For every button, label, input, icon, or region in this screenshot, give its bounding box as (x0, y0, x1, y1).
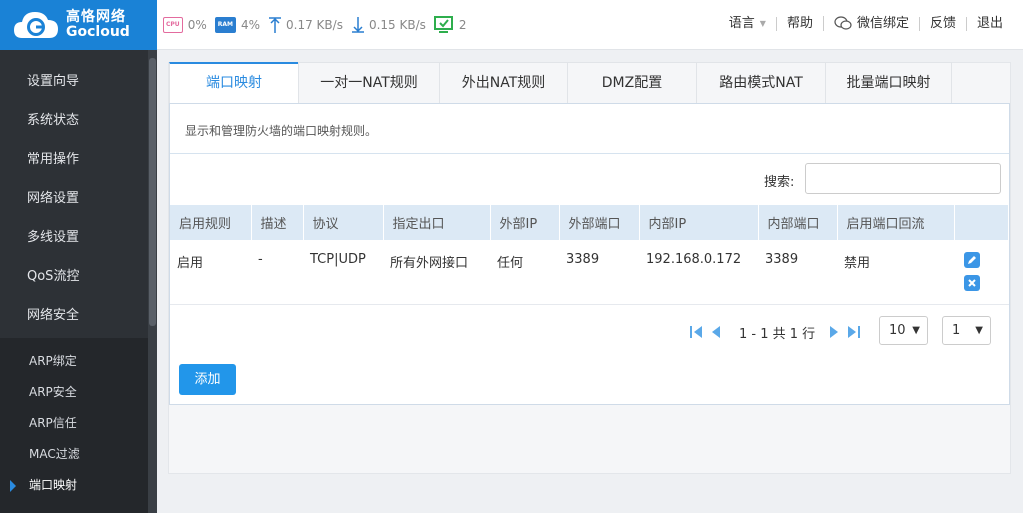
submenu-item-mac-filter[interactable]: MAC过滤 (0, 439, 148, 470)
col-external-port[interactable]: 外部端口 (559, 205, 640, 240)
panel-description: 显示和管理防火墙的端口映射规则。 (185, 124, 378, 138)
edit-icon[interactable] (964, 252, 980, 268)
top-links: 语言 ▼ 帮助 微信绑定 反馈 退出 (719, 16, 1013, 31)
sidebar-item-qos[interactable]: QoS流控 (0, 257, 148, 296)
sidebar-item-common-ops[interactable]: 常用操作 (0, 140, 148, 179)
port-mapping-panel: 显示和管理防火墙的端口映射规则。 搜索: 启用规则 描述 协议 指定出口 外部I… (169, 103, 1010, 405)
tab-one-to-one-nat[interactable]: 一对一NAT规则 (298, 62, 440, 103)
col-egress[interactable]: 指定出口 (383, 205, 491, 240)
sidebar: 高恪网络 Gocloud 设置向导 系统状态 常用操作 网络设置 多线设置 Qo… (0, 0, 157, 513)
ram-value: 4% (240, 18, 261, 32)
page-number-select[interactable]: 1 ▼ (942, 316, 991, 345)
ram-icon: RAM (214, 17, 236, 33)
pagination: 1 - 1 共 1 行 10 ▼ 1 ▼ (170, 313, 1009, 349)
logo: 高恪网络 Gocloud (0, 0, 157, 50)
prev-page-icon[interactable] (709, 324, 721, 340)
first-page-icon[interactable] (689, 324, 703, 340)
upload-arrow-icon (268, 16, 282, 34)
tab-batch-port-mapping[interactable]: 批量端口映射 (825, 62, 952, 103)
cell-egress: 所有外网接口 (383, 240, 490, 305)
last-page-icon[interactable] (847, 324, 861, 340)
table-row: 启用 - TCP|UDP 所有外网接口 任何 3389 192.168.0.17… (170, 240, 1009, 305)
sidebar-scroll-thumb[interactable] (149, 58, 156, 326)
cell-loopback: 禁用 (837, 240, 954, 305)
next-page-icon[interactable] (829, 324, 841, 340)
tab-outbound-nat[interactable]: 外出NAT规则 (439, 62, 568, 103)
col-actions (954, 205, 1009, 240)
cell-external-port: 3389 (559, 240, 639, 305)
download-arrow-icon (351, 16, 365, 34)
wechat-icon (834, 16, 852, 31)
device-count: 2 (458, 18, 467, 32)
chevron-down-icon: ▼ (759, 18, 766, 28)
download-speed: 0.15 KB/s (368, 18, 426, 32)
col-internal-ip[interactable]: 内部IP (639, 205, 759, 240)
chevron-down-icon: ▼ (975, 325, 983, 336)
chevron-down-icon: ▼ (912, 325, 920, 336)
delete-icon[interactable] (964, 275, 980, 291)
col-enabled[interactable]: 启用规则 (170, 205, 252, 240)
col-external-ip[interactable]: 外部IP (490, 205, 560, 240)
feedback-link[interactable]: 反馈 (918, 16, 966, 31)
submenu-item-arp-security[interactable]: ARP安全 (0, 377, 148, 408)
cpu-icon: CPU (163, 17, 183, 33)
pagination-summary: 1 - 1 共 1 行 (739, 327, 816, 342)
tab-dmz[interactable]: DMZ配置 (567, 62, 697, 103)
system-stats: CPU 0% RAM 4% 0.17 KB/s 0.15 KB/s 2 (163, 16, 475, 34)
help-link[interactable]: 帮助 (775, 16, 823, 31)
cell-external-ip: 任何 (490, 240, 559, 305)
cpu-value: 0% (187, 18, 207, 32)
logout-link[interactable]: 退出 (965, 16, 1013, 31)
col-loopback[interactable]: 启用端口回流 (837, 205, 955, 240)
sidebar-item-security[interactable]: 网络安全 (0, 296, 148, 335)
top-bar: CPU 0% RAM 4% 0.17 KB/s 0.15 KB/s 2 语言 ▼… (157, 0, 1023, 50)
security-submenu: ARP绑定 ARP安全 ARP信任 MAC过滤 端口映射 (0, 338, 148, 513)
submenu-item-port-mapping[interactable]: 端口映射 (0, 470, 148, 501)
sidebar-item-multiline[interactable]: 多线设置 (0, 218, 148, 257)
sidebar-item-system-status[interactable]: 系统状态 (0, 101, 148, 140)
table-header-row: 启用规则 描述 协议 指定出口 外部IP 外部端口 内部IP 内部端口 启用端口… (170, 205, 1009, 240)
cell-enabled: 启用 (170, 240, 251, 305)
sidebar-scrollbar[interactable] (148, 50, 157, 513)
wechat-bind-link[interactable]: 微信绑定 (822, 16, 919, 31)
add-button[interactable]: 添加 (179, 364, 236, 395)
cell-protocol: TCP|UDP (303, 240, 383, 305)
sidebar-item-setup-wizard[interactable]: 设置向导 (0, 62, 148, 101)
cell-actions (954, 240, 1009, 305)
divider (170, 153, 1009, 154)
brand-name-cn: 高恪网络 (66, 9, 126, 26)
submenu-item-arp-binding[interactable]: ARP绑定 (0, 346, 148, 377)
submenu-item-arp-trust[interactable]: ARP信任 (0, 408, 148, 439)
page-size-select[interactable]: 10 ▼ (879, 316, 928, 345)
sidebar-item-network-settings[interactable]: 网络设置 (0, 179, 148, 218)
cloud-logo-icon (12, 8, 60, 42)
tab-port-mapping[interactable]: 端口映射 (169, 62, 299, 103)
col-internal-port[interactable]: 内部端口 (758, 205, 838, 240)
port-mapping-table: 启用规则 描述 协议 指定出口 外部IP 外部端口 内部IP 内部端口 启用端口… (170, 205, 1009, 305)
col-protocol[interactable]: 协议 (303, 205, 384, 240)
search-label: 搜索: (764, 175, 795, 190)
tab-bar: 端口映射 一对一NAT规则 外出NAT规则 DMZ配置 路由模式NAT 批量端口… (169, 62, 952, 103)
brand-name-en: Gocloud (66, 24, 130, 40)
monitor-check-icon (433, 16, 454, 34)
tab-route-mode-nat[interactable]: 路由模式NAT (696, 62, 826, 103)
cell-description: - (251, 240, 303, 305)
search-input[interactable] (805, 163, 1001, 194)
col-description[interactable]: 描述 (251, 205, 304, 240)
language-menu[interactable]: 语言 ▼ (719, 16, 776, 31)
sidebar-menu: 设置向导 系统状态 常用操作 网络设置 多线设置 QoS流控 网络安全 (0, 62, 148, 335)
cell-internal-ip: 192.168.0.172 (639, 240, 758, 305)
upload-speed: 0.17 KB/s (286, 18, 343, 32)
cell-internal-port: 3389 (758, 240, 837, 305)
